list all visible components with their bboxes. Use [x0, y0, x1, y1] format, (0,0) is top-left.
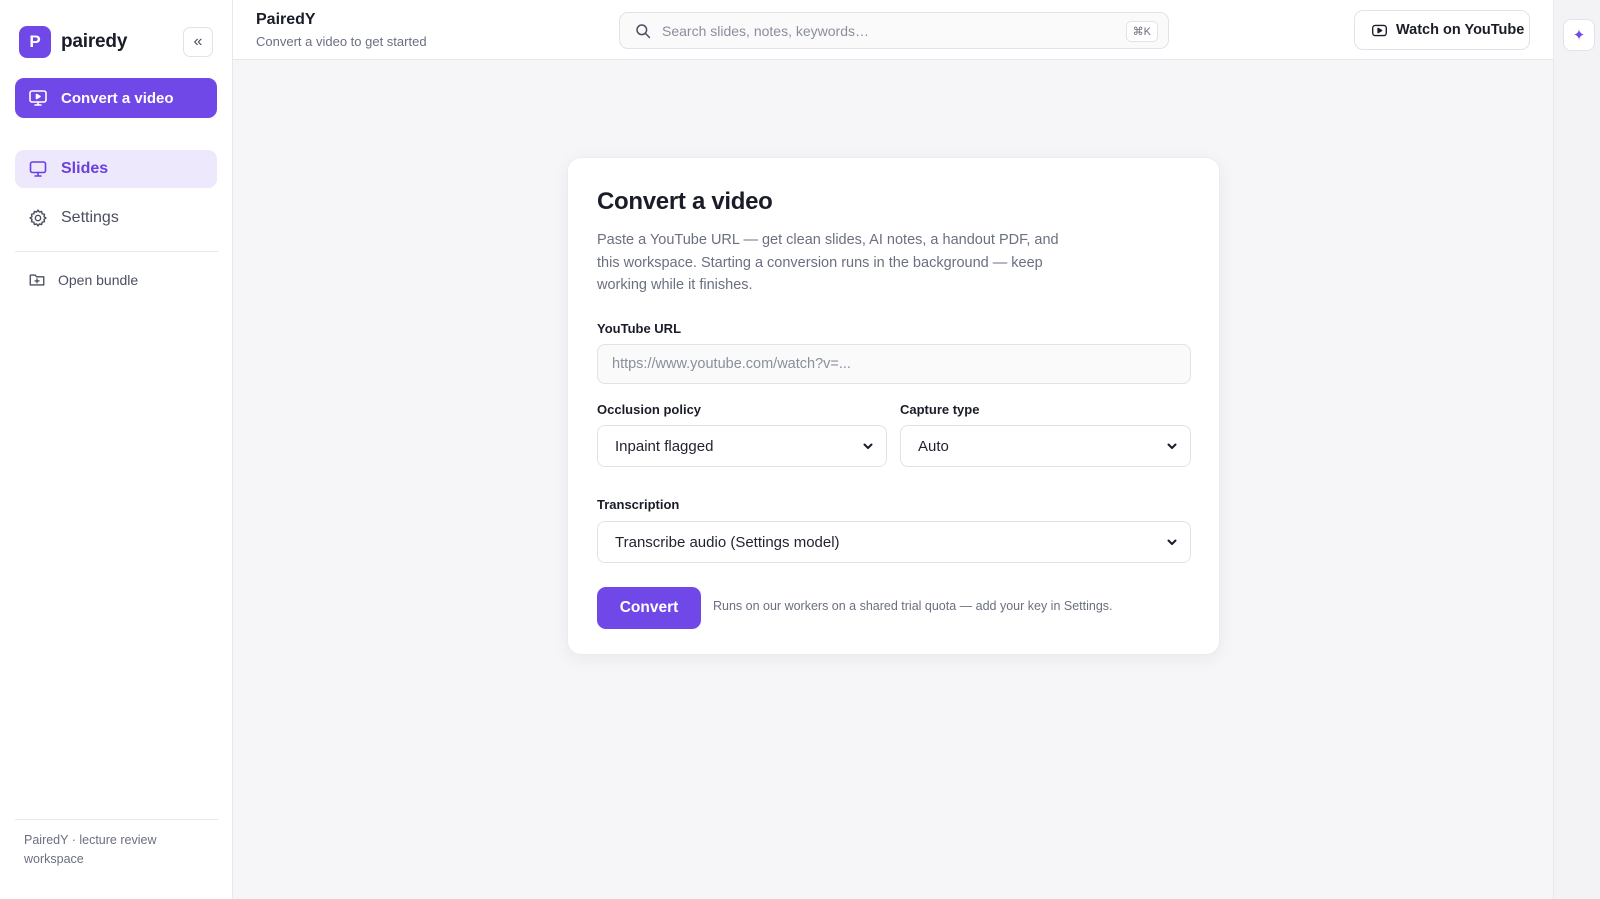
assistant-button[interactable]: ✦	[1563, 19, 1595, 51]
chevron-down-icon	[1165, 439, 1179, 453]
form-description: Paste a YouTube URL — get clean slides, …	[597, 232, 1059, 293]
logo: P	[19, 26, 51, 58]
search-input[interactable]	[662, 22, 1102, 39]
chevron-down-icon	[1165, 535, 1179, 549]
search-bar[interactable]: ⌘K	[619, 12, 1169, 49]
gear-icon	[27, 207, 49, 229]
chevron-down-icon	[861, 439, 875, 453]
transcription-select[interactable]: Transcribe audio (Settings model)	[597, 521, 1191, 563]
watch-on-youtube-button[interactable]: Watch on YouTube	[1354, 10, 1530, 50]
sidebar-item-settings[interactable]: Settings	[15, 199, 217, 237]
transcription-value: Transcribe audio (Settings model)	[615, 533, 840, 551]
monitor-icon	[27, 158, 49, 180]
shortcut-hint: ⌘K	[1125, 21, 1158, 42]
watch-on-youtube-label: Watch on YouTube	[1396, 22, 1525, 38]
capture-type-label: Capture type	[900, 402, 980, 417]
youtube-url-input[interactable]	[597, 344, 1191, 384]
occlusion-policy-value: Inpaint flagged	[615, 437, 714, 455]
brand-name: pairedy	[61, 31, 128, 52]
sidebar-divider	[15, 251, 218, 252]
sidebar-item-label: Slides	[61, 160, 109, 177]
chevrons-left-icon: «	[193, 33, 203, 50]
capture-type-select[interactable]: Auto	[900, 425, 1191, 467]
sidebar: P pairedy « Convert a video Slides Setti…	[0, 0, 233, 899]
sidebar-footer: PairedY · lecture review workspace	[24, 833, 157, 866]
convert-video-button[interactable]: Convert a video	[15, 78, 217, 118]
video-screen-icon	[27, 87, 49, 109]
open-bundle-button[interactable]: Open bundle	[15, 265, 217, 295]
occlusion-policy-label: Occlusion policy	[597, 402, 702, 417]
collapse-sidebar-button[interactable]: «	[183, 27, 213, 57]
convert-video-label: Convert a video	[61, 89, 174, 107]
page-title: PairedY	[256, 11, 316, 28]
sidebar-item-slides[interactable]: Slides	[15, 150, 217, 188]
sidebar-item-label: Settings	[61, 209, 119, 226]
right-rail: ✦	[1553, 0, 1600, 899]
page-subtitle: Convert a video to get started	[256, 34, 427, 49]
folder-plus-icon	[27, 270, 47, 290]
sidebar-footer-divider	[15, 819, 218, 820]
form-title: Convert a video	[597, 188, 773, 215]
youtube-icon	[1370, 21, 1388, 39]
sparkle-icon: ✦	[1572, 27, 1586, 44]
occlusion-policy-select[interactable]: Inpaint flagged	[597, 425, 887, 467]
brand[interactable]: P pairedy	[19, 26, 127, 58]
capture-type-value: Auto	[918, 437, 949, 455]
convert-note: Runs on our workers on a shared trial qu…	[713, 599, 1113, 613]
transcription-label: Transcription	[597, 497, 680, 512]
youtube-url-label: YouTube URL	[597, 321, 682, 336]
convert-button[interactable]: Convert	[597, 587, 701, 629]
search-icon	[634, 22, 652, 40]
convert-form-card: Convert a video Paste a YouTube URL — ge…	[567, 157, 1220, 655]
open-bundle-label: Open bundle	[58, 272, 139, 288]
top-header: PairedY Convert a video to get started ⌘…	[233, 0, 1553, 60]
